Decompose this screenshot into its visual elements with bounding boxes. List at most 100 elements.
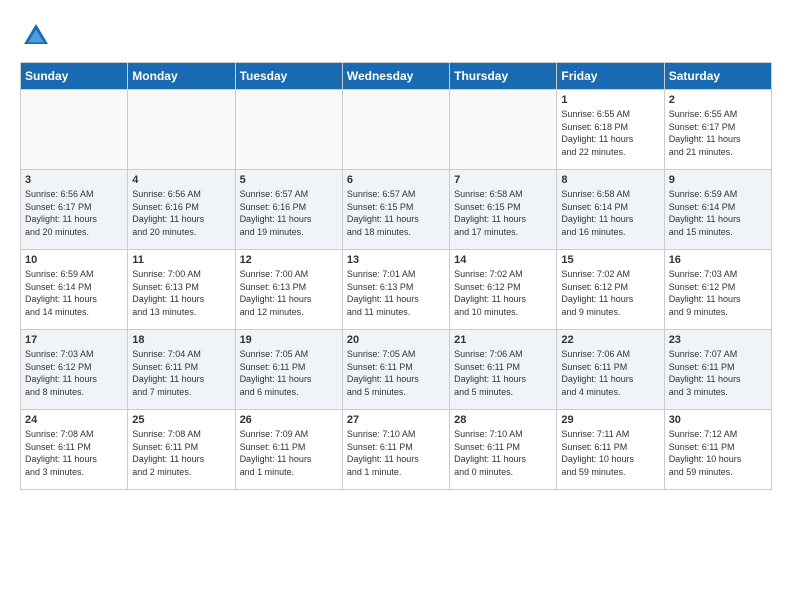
- calendar-cell: 11 Sunrise: 7:00 AM Sunset: 6:13 PM Dayli…: [128, 250, 235, 330]
- calendar-cell: 15 Sunrise: 7:02 AM Sunset: 6:12 PM Dayli…: [557, 250, 664, 330]
- day-number: 25: [132, 414, 230, 426]
- weekday-header-thursday: Thursday: [450, 63, 557, 90]
- day-number: 15: [561, 254, 659, 266]
- day-info: Sunrise: 7:12 AM Sunset: 6:11 PM Dayligh…: [669, 428, 767, 478]
- day-number: 22: [561, 334, 659, 346]
- calendar-cell: 12 Sunrise: 7:00 AM Sunset: 6:13 PM Dayli…: [235, 250, 342, 330]
- calendar-cell: 18 Sunrise: 7:04 AM Sunset: 6:11 PM Dayli…: [128, 330, 235, 410]
- day-number: 14: [454, 254, 552, 266]
- day-info: Sunrise: 6:58 AM Sunset: 6:15 PM Dayligh…: [454, 188, 552, 238]
- day-info: Sunrise: 6:56 AM Sunset: 6:16 PM Dayligh…: [132, 188, 230, 238]
- calendar-cell: 7 Sunrise: 6:58 AM Sunset: 6:15 PM Daylig…: [450, 170, 557, 250]
- day-number: 7: [454, 174, 552, 186]
- calendar-week-row: 1 Sunrise: 6:55 AM Sunset: 6:18 PM Daylig…: [21, 90, 772, 170]
- day-info: Sunrise: 7:10 AM Sunset: 6:11 PM Dayligh…: [454, 428, 552, 478]
- day-number: 21: [454, 334, 552, 346]
- day-info: Sunrise: 6:55 AM Sunset: 6:17 PM Dayligh…: [669, 108, 767, 158]
- calendar-cell: 25 Sunrise: 7:08 AM Sunset: 6:11 PM Dayli…: [128, 410, 235, 490]
- calendar-cell: 30 Sunrise: 7:12 AM Sunset: 6:11 PM Dayli…: [664, 410, 771, 490]
- day-number: 12: [240, 254, 338, 266]
- day-number: 17: [25, 334, 123, 346]
- day-number: 24: [25, 414, 123, 426]
- day-info: Sunrise: 6:59 AM Sunset: 6:14 PM Dayligh…: [669, 188, 767, 238]
- calendar-cell: 14 Sunrise: 7:02 AM Sunset: 6:12 PM Dayli…: [450, 250, 557, 330]
- day-info: Sunrise: 7:03 AM Sunset: 6:12 PM Dayligh…: [669, 268, 767, 318]
- day-info: Sunrise: 7:01 AM Sunset: 6:13 PM Dayligh…: [347, 268, 445, 318]
- day-number: 10: [25, 254, 123, 266]
- calendar-cell: 24 Sunrise: 7:08 AM Sunset: 6:11 PM Dayli…: [21, 410, 128, 490]
- calendar-cell: 23Sunrise: 7:07 AM Sunset: 6:11 PM Dayli…: [664, 330, 771, 410]
- calendar-cell: 29 Sunrise: 7:11 AM Sunset: 6:11 PM Dayli…: [557, 410, 664, 490]
- day-info: Sunrise: 7:05 AM Sunset: 6:11 PM Dayligh…: [347, 348, 445, 398]
- calendar-cell: [342, 90, 449, 170]
- day-number: 2: [669, 94, 767, 106]
- day-info: Sunrise: 7:00 AM Sunset: 6:13 PM Dayligh…: [132, 268, 230, 318]
- page-header: [20, 20, 772, 52]
- weekday-header-saturday: Saturday: [664, 63, 771, 90]
- day-info: Sunrise: 7:03 AM Sunset: 6:12 PM Dayligh…: [25, 348, 123, 398]
- weekday-header-sunday: Sunday: [21, 63, 128, 90]
- day-number: 1: [561, 94, 659, 106]
- day-info: Sunrise: 7:09 AM Sunset: 6:11 PM Dayligh…: [240, 428, 338, 478]
- day-info: Sunrise: 7:11 AM Sunset: 6:11 PM Dayligh…: [561, 428, 659, 478]
- day-number: 29: [561, 414, 659, 426]
- calendar-cell: 5 Sunrise: 6:57 AM Sunset: 6:16 PM Daylig…: [235, 170, 342, 250]
- calendar-cell: 6Sunrise: 6:57 AM Sunset: 6:15 PM Daylig…: [342, 170, 449, 250]
- weekday-header-monday: Monday: [128, 63, 235, 90]
- day-info: Sunrise: 7:02 AM Sunset: 6:12 PM Dayligh…: [454, 268, 552, 318]
- calendar-week-row: 3 Sunrise: 6:56 AM Sunset: 6:17 PM Daylig…: [21, 170, 772, 250]
- day-info: Sunrise: 6:55 AM Sunset: 6:18 PM Dayligh…: [561, 108, 659, 158]
- day-number: 11: [132, 254, 230, 266]
- calendar-cell: 20 Sunrise: 7:05 AM Sunset: 6:11 PM Dayli…: [342, 330, 449, 410]
- day-info: Sunrise: 7:08 AM Sunset: 6:11 PM Dayligh…: [25, 428, 123, 478]
- day-info: Sunrise: 7:04 AM Sunset: 6:11 PM Dayligh…: [132, 348, 230, 398]
- calendar-cell: 16 Sunrise: 7:03 AM Sunset: 6:12 PM Dayli…: [664, 250, 771, 330]
- weekday-header-tuesday: Tuesday: [235, 63, 342, 90]
- day-info: Sunrise: 7:07 AM Sunset: 6:11 PM Dayligh…: [669, 348, 767, 398]
- day-info: Sunrise: 7:02 AM Sunset: 6:12 PM Dayligh…: [561, 268, 659, 318]
- logo-icon: [20, 20, 52, 52]
- day-number: 9: [669, 174, 767, 186]
- logo: [20, 20, 56, 52]
- calendar-cell: 17 Sunrise: 7:03 AM Sunset: 6:12 PM Dayli…: [21, 330, 128, 410]
- calendar-cell: 4 Sunrise: 6:56 AM Sunset: 6:16 PM Daylig…: [128, 170, 235, 250]
- day-info: Sunrise: 6:59 AM Sunset: 6:14 PM Dayligh…: [25, 268, 123, 318]
- calendar-cell: [235, 90, 342, 170]
- calendar-table: SundayMondayTuesdayWednesdayThursdayFrid…: [20, 62, 772, 490]
- calendar-week-row: 24 Sunrise: 7:08 AM Sunset: 6:11 PM Dayli…: [21, 410, 772, 490]
- calendar-cell: 13 Sunrise: 7:01 AM Sunset: 6:13 PM Dayli…: [342, 250, 449, 330]
- day-number: 5: [240, 174, 338, 186]
- calendar-week-row: 17 Sunrise: 7:03 AM Sunset: 6:12 PM Dayli…: [21, 330, 772, 410]
- day-number: 20: [347, 334, 445, 346]
- calendar-cell: 28Sunrise: 7:10 AM Sunset: 6:11 PM Dayli…: [450, 410, 557, 490]
- day-info: Sunrise: 7:10 AM Sunset: 6:11 PM Dayligh…: [347, 428, 445, 478]
- day-info: Sunrise: 6:56 AM Sunset: 6:17 PM Dayligh…: [25, 188, 123, 238]
- calendar-cell: 19 Sunrise: 7:05 AM Sunset: 6:11 PM Dayli…: [235, 330, 342, 410]
- calendar-week-row: 10 Sunrise: 6:59 AM Sunset: 6:14 PM Dayli…: [21, 250, 772, 330]
- day-info: Sunrise: 6:57 AM Sunset: 6:15 PM Dayligh…: [347, 188, 445, 238]
- calendar-cell: 10 Sunrise: 6:59 AM Sunset: 6:14 PM Dayli…: [21, 250, 128, 330]
- day-number: 4: [132, 174, 230, 186]
- calendar-cell: 3 Sunrise: 6:56 AM Sunset: 6:17 PM Daylig…: [21, 170, 128, 250]
- calendar-cell: 22 Sunrise: 7:06 AM Sunset: 6:11 PM Dayli…: [557, 330, 664, 410]
- calendar-cell: 2 Sunrise: 6:55 AM Sunset: 6:17 PM Daylig…: [664, 90, 771, 170]
- day-number: 13: [347, 254, 445, 266]
- day-number: 30: [669, 414, 767, 426]
- day-number: 19: [240, 334, 338, 346]
- calendar-cell: 21 Sunrise: 7:06 AM Sunset: 6:11 PM Dayli…: [450, 330, 557, 410]
- weekday-header-friday: Friday: [557, 63, 664, 90]
- calendar-cell: 9 Sunrise: 6:59 AM Sunset: 6:14 PM Daylig…: [664, 170, 771, 250]
- day-info: Sunrise: 7:00 AM Sunset: 6:13 PM Dayligh…: [240, 268, 338, 318]
- day-info: Sunrise: 7:08 AM Sunset: 6:11 PM Dayligh…: [132, 428, 230, 478]
- day-number: 16: [669, 254, 767, 266]
- day-number: 27: [347, 414, 445, 426]
- day-info: Sunrise: 6:57 AM Sunset: 6:16 PM Dayligh…: [240, 188, 338, 238]
- day-info: Sunrise: 7:05 AM Sunset: 6:11 PM Dayligh…: [240, 348, 338, 398]
- day-info: Sunrise: 7:06 AM Sunset: 6:11 PM Dayligh…: [454, 348, 552, 398]
- day-number: 8: [561, 174, 659, 186]
- day-info: Sunrise: 7:06 AM Sunset: 6:11 PM Dayligh…: [561, 348, 659, 398]
- day-number: 18: [132, 334, 230, 346]
- day-number: 3: [25, 174, 123, 186]
- calendar-cell: [128, 90, 235, 170]
- weekday-header-wednesday: Wednesday: [342, 63, 449, 90]
